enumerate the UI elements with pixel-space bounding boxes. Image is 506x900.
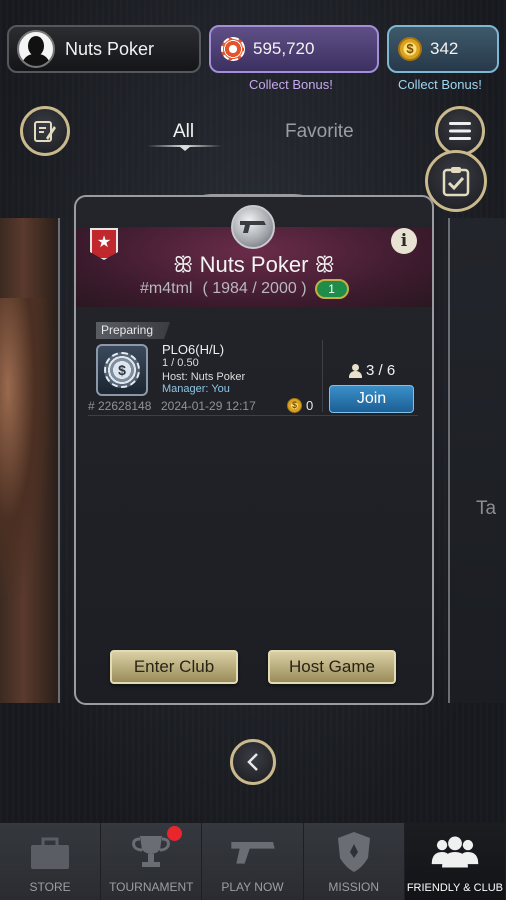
- clipboard-check-icon: [442, 167, 470, 197]
- game-status-tag: Preparing: [96, 322, 170, 339]
- game-host: Host: Nuts Poker: [162, 371, 246, 383]
- coins-collect-bonus-link[interactable]: Collect Bonus!: [398, 77, 482, 92]
- chevron-left-icon: [247, 753, 258, 771]
- seat-count-value: 3 / 6: [366, 362, 396, 379]
- user-icon: [349, 363, 362, 378]
- nav-label-play-now: PLAY NOW: [221, 880, 284, 894]
- character-portrait: [0, 298, 50, 598]
- club-meta: #m4tml ( 1984 / 2000 ) 1: [140, 279, 349, 299]
- gun-icon: [230, 842, 275, 864]
- gun-logo-icon: [240, 221, 266, 233]
- coin-icon: $: [398, 37, 422, 61]
- profile-name: Nuts Poker: [65, 38, 155, 59]
- game-type-icon: $: [96, 344, 148, 396]
- bottom-nav: STORE TOURNAMENT PLAY NOW MISSION FRIEND…: [0, 822, 506, 900]
- row-divider: [322, 340, 323, 412]
- game-blinds: 1 / 0.50: [162, 357, 199, 369]
- store-icon: [31, 837, 70, 869]
- club-level-badge: 1: [314, 279, 349, 299]
- next-club-card-peek[interactable]: [448, 218, 506, 703]
- game-id: # 22628148: [88, 399, 152, 413]
- enter-club-button[interactable]: Enter Club: [110, 650, 238, 684]
- back-button[interactable]: [230, 739, 276, 785]
- tournament-notification-dot: [167, 826, 183, 841]
- task-list-button[interactable]: [425, 150, 487, 212]
- chips-collect-bonus-link[interactable]: Collect Bonus!: [249, 77, 333, 92]
- coins-value: 342: [430, 39, 459, 58]
- nav-label-store: STORE: [29, 880, 71, 894]
- profile-pill[interactable]: Nuts Poker: [7, 25, 201, 73]
- club-logo: [231, 205, 275, 249]
- game-date: 2024-01-29 12:17: [161, 399, 256, 413]
- nav-label-tournament: TOURNAMENT: [109, 880, 194, 894]
- chips-value: 595,720: [253, 39, 315, 58]
- game-manager: Manager: You: [162, 383, 230, 395]
- tab-active-caret: [179, 146, 191, 151]
- host-game-button[interactable]: Host Game: [268, 650, 396, 684]
- trophy-icon: [132, 836, 171, 867]
- coins-balance[interactable]: $ 342: [387, 25, 499, 73]
- nav-item-mission[interactable]: MISSION: [304, 823, 405, 900]
- game-title: PLO6(H/L): [162, 342, 225, 357]
- club-id: #m4tml: [140, 280, 193, 297]
- chips-balance[interactable]: 595,720: [209, 25, 379, 73]
- group-icon: [431, 836, 479, 868]
- fee-coin-icon: $: [287, 398, 302, 413]
- club-member-count: ( 1984 / 2000 ): [202, 280, 307, 297]
- previous-club-card-peek[interactable]: [0, 218, 60, 703]
- join-button[interactable]: Join: [329, 385, 414, 413]
- nav-item-play-now[interactable]: PLAY NOW: [202, 823, 304, 900]
- nav-item-friendly-club[interactable]: FRIENDLY & CLUB: [404, 823, 506, 900]
- dollar-chip-icon: $: [104, 352, 140, 388]
- badge-icon: [337, 832, 370, 872]
- avatar: [17, 30, 55, 68]
- tab-all[interactable]: All: [173, 121, 194, 143]
- nav-label-mission: MISSION: [328, 880, 380, 894]
- menu-button[interactable]: [435, 106, 485, 156]
- nav-label-friendly-club: FRIENDLY & CLUB: [406, 882, 503, 894]
- edit-button[interactable]: [20, 106, 70, 156]
- club-info-button[interactable]: i: [391, 228, 417, 254]
- edit-icon: [34, 121, 56, 142]
- hamburger-icon: [449, 122, 471, 140]
- club-name: ꕥ Nuts Poker ꕥ: [173, 252, 335, 277]
- seat-count: 3 / 6: [349, 362, 395, 379]
- poker-chip-icon: [221, 37, 245, 61]
- nav-item-tournament[interactable]: TOURNAMENT: [101, 823, 203, 900]
- game-fee: 0: [306, 398, 314, 413]
- tab-favorite[interactable]: Favorite: [285, 121, 354, 143]
- nav-item-store[interactable]: STORE: [0, 823, 102, 900]
- next-card-text: Ta: [476, 498, 497, 519]
